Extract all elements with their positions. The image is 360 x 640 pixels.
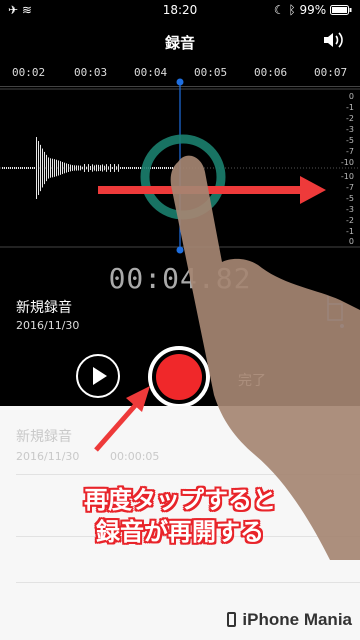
phone-icon xyxy=(227,612,237,627)
caption-line-1: 再度タップすると xyxy=(84,486,276,514)
watermark-text: iPhone Mania xyxy=(242,610,352,629)
watermark: iPhone Mania xyxy=(227,610,352,630)
caption-line-2: 録音が再開する xyxy=(96,518,264,546)
